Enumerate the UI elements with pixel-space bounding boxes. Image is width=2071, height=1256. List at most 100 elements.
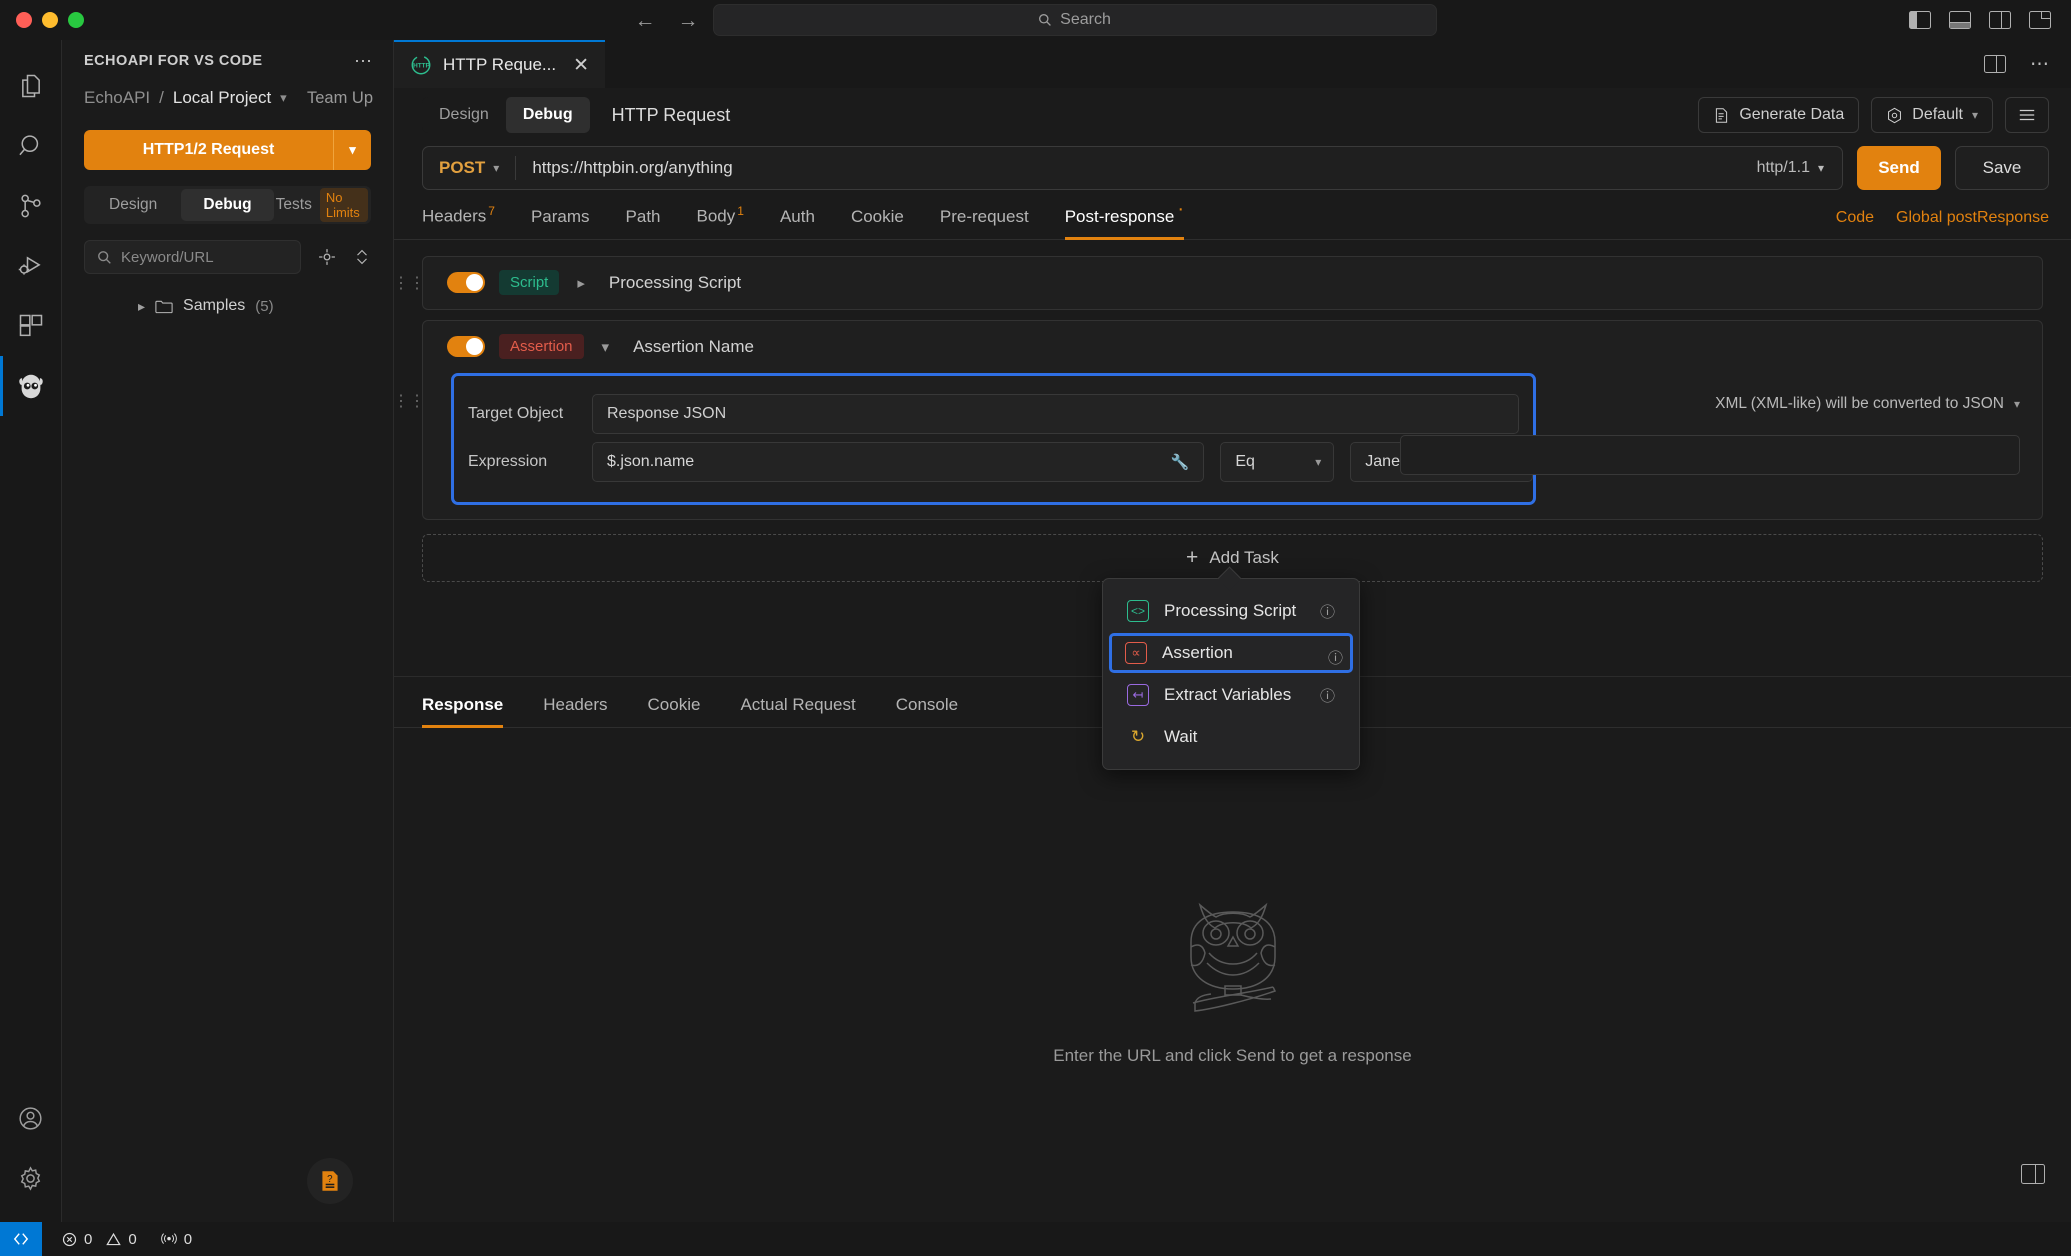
global-postresponse-link[interactable]: Global postResponse	[1896, 209, 2049, 227]
expected-value-extra-field[interactable]	[1400, 434, 2020, 475]
generate-data-button[interactable]: Generate Data	[1698, 97, 1860, 133]
editor-tab-http-request[interactable]: HTTP HTTP Reque... ✕	[394, 40, 605, 88]
help-circle-icon[interactable]: ⓘ	[1320, 601, 1335, 622]
navigation-arrows[interactable]: ← →	[635, 10, 699, 31]
breadcrumb-separator: /	[159, 88, 164, 107]
chevron-down-icon[interactable]: ▾	[2014, 397, 2020, 411]
task-name-input[interactable]: Processing Script	[609, 273, 741, 293]
wrench-icon[interactable]: 🔧	[1171, 453, 1190, 471]
customize-layout-icon[interactable]	[2029, 11, 2051, 29]
new-http-request-button[interactable]: HTTP1/2 Request ▾	[84, 130, 371, 170]
tab-cookie[interactable]: Cookie	[833, 207, 922, 239]
crosshair-icon[interactable]	[317, 247, 337, 267]
tab-path[interactable]: Path	[608, 207, 679, 239]
new-http-request-label: HTTP1/2 Request	[142, 141, 275, 158]
environment-selector[interactable]: Default ▾	[1871, 97, 1993, 133]
arrow-left-icon[interactable]: ←	[635, 10, 656, 31]
toggle-primary-sidebar-icon[interactable]	[1909, 11, 1931, 29]
help-circle-icon[interactable]: ⓘ	[1328, 647, 1343, 668]
sort-updown-icon[interactable]	[353, 247, 371, 267]
chevron-down-icon[interactable]: ▾	[280, 90, 287, 106]
more-horizontal-icon[interactable]: ⋯	[2030, 53, 2049, 76]
sidebar-item-search[interactable]	[0, 116, 62, 176]
status-ports[interactable]: 0	[160, 1231, 192, 1248]
tab-headers[interactable]: Headers 7	[422, 204, 513, 239]
manage-settings-button[interactable]	[0, 1148, 62, 1208]
help-circle-icon[interactable]: ⓘ	[1320, 685, 1335, 706]
remote-window-button[interactable]	[0, 1222, 42, 1256]
tab-response-headers[interactable]: Headers	[523, 695, 627, 727]
save-button[interactable]: Save	[1955, 146, 2049, 190]
toggle-secondary-sidebar-icon[interactable]	[1989, 11, 2011, 29]
status-errors-count: 0	[84, 1230, 93, 1248]
tab-response[interactable]: Response	[422, 695, 523, 728]
sidebar-item-echoapi[interactable]	[0, 356, 62, 416]
chevron-right-icon[interactable]: ▸	[138, 298, 145, 315]
source-control-icon	[20, 194, 41, 218]
tab-actual-request[interactable]: Actual Request	[720, 695, 875, 727]
operator-select[interactable]: Eq ▾	[1220, 441, 1335, 482]
chevron-down-icon[interactable]: ▾	[602, 338, 610, 356]
sidebar-segment-design[interactable]: Design	[87, 189, 179, 221]
response-layout-toggle[interactable]	[2021, 1164, 2045, 1184]
tab-auth[interactable]: Auth	[762, 207, 833, 239]
tab-params[interactable]: Params	[513, 207, 608, 239]
sidebar-search-row: Keyword/URL	[84, 240, 371, 274]
assertion-task-header[interactable]: ⋮⋮ Assertion ▾ Assertion Name	[393, 321, 2042, 410]
panel-layout-icon[interactable]	[2021, 1164, 2045, 1184]
search-input[interactable]: Keyword/URL	[84, 240, 301, 274]
toggle-panel-icon[interactable]	[1949, 11, 1971, 29]
menu-item-extract-variables[interactable]: ↤ Extract Variables ⓘ	[1111, 675, 1351, 715]
code-link[interactable]: Code	[1836, 209, 1874, 227]
sidebar-item-source-control[interactable]	[0, 176, 62, 236]
request-mode-design[interactable]: Design	[422, 97, 506, 133]
sidebar-item-explorer[interactable]	[0, 56, 62, 116]
target-object-select[interactable]: Response JSON	[592, 393, 1519, 434]
breadcrumb-org[interactable]: EchoAPI	[84, 88, 150, 108]
more-horizontal-icon[interactable]: ⋯	[354, 51, 373, 72]
chevron-down-icon[interactable]: ▾	[333, 130, 371, 170]
breadcrumb-project[interactable]: Local Project	[173, 88, 271, 108]
tab-body[interactable]: Body 1	[679, 204, 762, 239]
accounts-button[interactable]	[0, 1088, 62, 1148]
request-tabs-right-links: Code Global postResponse	[1836, 209, 2049, 239]
method-selector[interactable]: POST ▾	[423, 158, 515, 178]
drag-handle-icon[interactable]: ⋮⋮	[393, 257, 425, 309]
list-item[interactable]: ▸ Samples (5)	[62, 292, 393, 320]
send-button[interactable]: Send	[1857, 146, 1941, 190]
tab-pre-request[interactable]: Pre-request	[922, 207, 1047, 239]
menu-item-wait[interactable]: ↻ Wait	[1111, 717, 1351, 757]
tab-post-response[interactable]: Post-response ·	[1047, 199, 1202, 240]
expression-input[interactable]: $.json.name 🔧	[592, 441, 1205, 482]
task-enable-toggle[interactable]	[447, 336, 485, 358]
request-menu-button[interactable]	[2005, 97, 2049, 133]
status-errors[interactable]: 0	[62, 1231, 92, 1248]
drag-handle-icon[interactable]: ⋮⋮	[393, 321, 425, 481]
sidebar-header: ECHOAPI FOR VS CODE ⋯	[62, 40, 393, 82]
sidebar-segment-debug[interactable]: Debug	[181, 189, 274, 221]
help-doc-button[interactable]: ?	[307, 1158, 353, 1204]
task-name-input[interactable]: Assertion Name	[633, 337, 754, 357]
command-search-input[interactable]: Search	[712, 4, 1437, 36]
chevron-right-icon[interactable]: ▸	[577, 274, 585, 292]
arrow-right-icon[interactable]: →	[678, 10, 699, 31]
team-up-link[interactable]: Team Up	[307, 89, 373, 108]
menu-item-assertion[interactable]: ∝ Assertion	[1109, 633, 1353, 673]
task-enable-toggle[interactable]	[447, 272, 485, 294]
menu-item-processing-script[interactable]: <> Processing Script ⓘ	[1111, 591, 1351, 631]
vscode-window: ← → Search ECHOAPI FOR VS CODE ⋯ EchoAPI…	[0, 0, 2071, 1256]
request-mode-debug[interactable]: Debug	[505, 97, 590, 133]
status-warnings[interactable]: 0	[106, 1231, 137, 1248]
url-input[interactable]: https://httpbin.org/anything	[516, 158, 1738, 178]
modified-dot-icon: ·	[1177, 198, 1184, 220]
sidebar-segment-tests[interactable]: Tests No Limits	[276, 188, 368, 222]
split-editor-icon[interactable]	[1984, 55, 2006, 73]
tab-response-cookie[interactable]: Cookie	[628, 695, 721, 727]
task-row[interactable]: ⋮⋮ Script ▸ Processing Script	[393, 255, 2043, 310]
close-icon[interactable]: ✕	[573, 54, 589, 77]
protocol-selector[interactable]: http/1.1 ▾	[1739, 159, 1842, 177]
sidebar-item-run-and-debug[interactable]	[0, 236, 62, 296]
sidebar-item-extensions[interactable]	[0, 296, 62, 356]
tab-console[interactable]: Console	[876, 695, 978, 727]
echoapi-sidebar: ECHOAPI FOR VS CODE ⋯ EchoAPI / Local Pr…	[62, 40, 394, 1222]
